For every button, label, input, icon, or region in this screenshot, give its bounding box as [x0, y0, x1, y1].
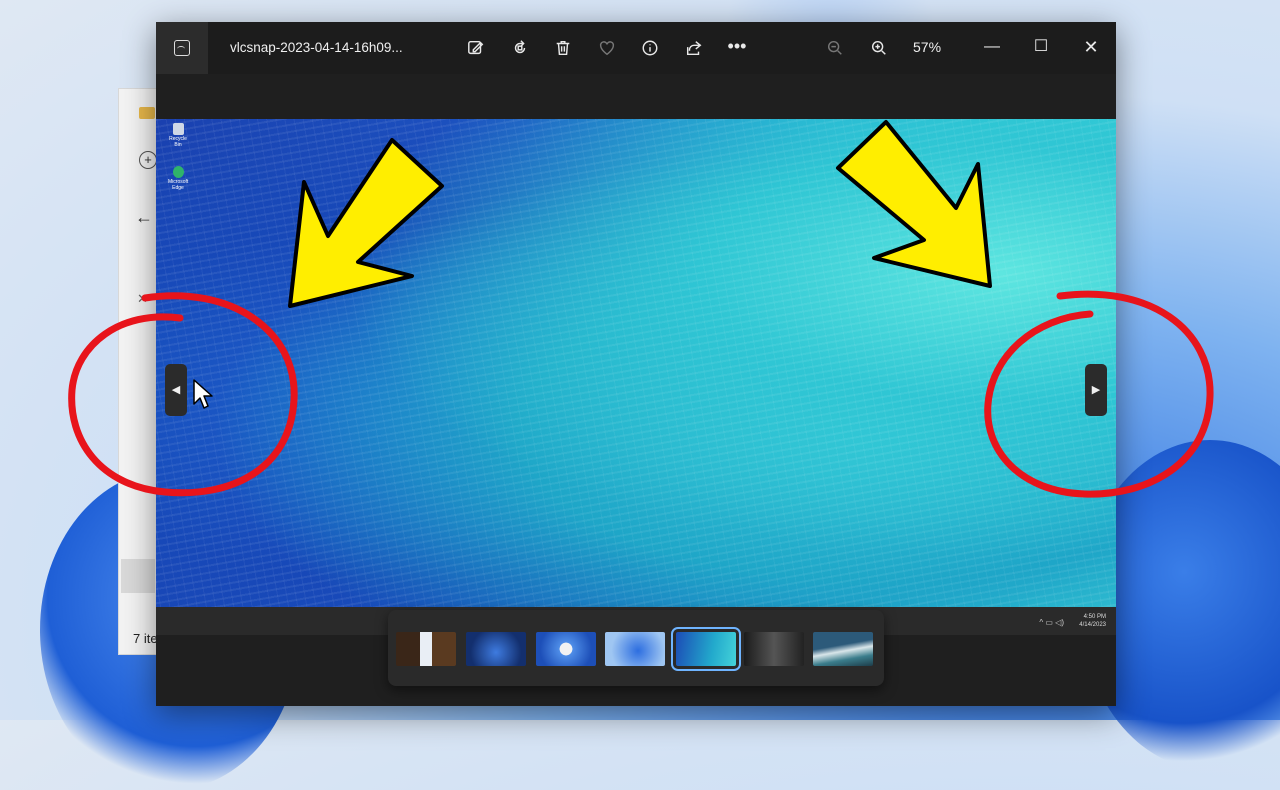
zoom-in-icon[interactable] [867, 36, 891, 60]
filmstrip-thumbnail[interactable] [396, 632, 456, 666]
more-options-icon[interactable]: ••• [725, 36, 749, 60]
delete-icon[interactable] [551, 36, 575, 60]
mouse-cursor-icon [193, 379, 213, 409]
info-icon[interactable] [638, 36, 662, 60]
photos-viewer-window: vlcsnap-2023-04-14-16h09... ••• 57% — ☐ … [156, 22, 1116, 706]
filmstrip-thumbnail[interactable] [466, 632, 526, 666]
file-name-title: vlcsnap-2023-04-14-16h09... [230, 40, 403, 55]
close-button[interactable]: ✕ [1076, 32, 1106, 62]
filmstrip-thumbnail[interactable] [536, 632, 596, 666]
rotate-icon[interactable] [508, 36, 532, 60]
minimize-button[interactable]: — [977, 32, 1007, 62]
zoom-out-icon[interactable] [823, 36, 847, 60]
taskbar-clock: 4:50 PM 4/14/2023 [1079, 614, 1106, 628]
folder-icon [139, 107, 155, 119]
back-arrow-icon[interactable]: ← [135, 207, 153, 228]
filmstrip-thumbnail[interactable] [744, 632, 804, 666]
favorite-heart-icon[interactable] [595, 36, 619, 60]
close-icon[interactable]: ✕ [137, 291, 148, 307]
zoom-level-label[interactable]: 57% [913, 39, 941, 55]
photo-canvas[interactable]: Recycle Bin Microsoft Edge ^ ▭ ◁) 4:50 P… [156, 119, 1116, 635]
filmstrip [388, 610, 884, 686]
system-tray-icons: ^ ▭ ◁) [1039, 618, 1064, 627]
water-texture [156, 119, 1116, 635]
filmstrip-thumbnail-active[interactable] [671, 627, 741, 671]
photos-app-icon [174, 40, 190, 56]
desktop-icon-edge: Microsoft Edge [168, 166, 188, 191]
filmstrip-thumbnail[interactable] [605, 632, 665, 666]
previous-image-button[interactable]: ◀ [165, 364, 187, 416]
app-icon-button[interactable] [156, 22, 208, 74]
desktop-icon-recycle-bin: Recycle Bin [168, 123, 188, 148]
selected-item[interactable] [121, 559, 155, 593]
share-icon[interactable] [682, 36, 706, 60]
item-count-label: 7 ite [133, 631, 158, 646]
new-tab-icon[interactable]: + [139, 151, 157, 169]
filmstrip-thumbnail[interactable] [813, 632, 873, 666]
title-bar: vlcsnap-2023-04-14-16h09... ••• 57% — ☐ … [156, 22, 1116, 74]
maximize-button[interactable]: ☐ [1026, 32, 1056, 62]
edit-image-icon[interactable] [464, 36, 488, 60]
next-image-button[interactable]: ▶ [1085, 364, 1107, 416]
